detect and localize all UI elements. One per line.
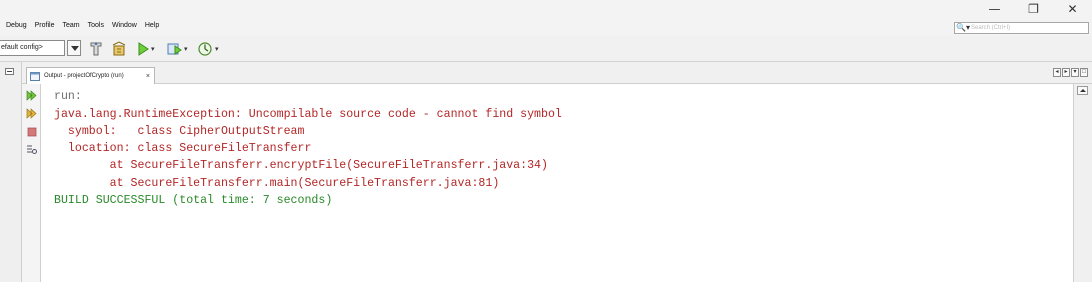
stop-icon[interactable] bbox=[26, 126, 37, 137]
output-line: location: class SecureFileTransferr bbox=[54, 142, 312, 155]
stack-trace-link[interactable]: at SecureFileTransferr.encryptFile(Secur… bbox=[54, 159, 548, 173]
scroll-up-icon[interactable] bbox=[1077, 86, 1088, 95]
output-line: run: bbox=[54, 90, 82, 103]
tab-scroll-right-icon[interactable]: ▸ bbox=[1062, 68, 1070, 77]
vertical-scrollbar[interactable] bbox=[1073, 84, 1092, 282]
menu-bar: Debug Profile Team Tools Window Help bbox=[6, 22, 159, 29]
stack-trace-link[interactable]: at SecureFileTransferr.main(SecureFileTr… bbox=[54, 177, 500, 191]
left-side-strip bbox=[0, 62, 22, 282]
build-status-line: BUILD SUCCESSFUL (total time: 7 seconds) bbox=[54, 194, 333, 207]
tab-list-dropdown-icon[interactable]: ▾ bbox=[1071, 68, 1079, 77]
output-line: java.lang.RuntimeException: Uncompilable… bbox=[54, 108, 562, 121]
menu-profile[interactable]: Profile bbox=[35, 22, 55, 29]
tab-close-icon[interactable]: × bbox=[146, 73, 150, 80]
output-line: symbol: class CipherOutputStream bbox=[54, 125, 305, 138]
config-select[interactable]: efault config> bbox=[0, 40, 65, 56]
maximize-panel-icon[interactable]: □ bbox=[1080, 68, 1088, 77]
window-controls: — ❐ ✕ bbox=[975, 0, 1092, 18]
search-placeholder: Search (Ctrl+I) bbox=[971, 25, 1011, 31]
tab-controls: ◂ ▸ ▾ □ bbox=[1053, 68, 1088, 77]
output-settings-icon[interactable] bbox=[26, 144, 37, 155]
rerun-with-params-icon[interactable] bbox=[26, 108, 37, 119]
title-menu-bar: Debug Profile Team Tools Window Help — ❐… bbox=[0, 0, 1092, 36]
profile-dropdown-arrow-icon[interactable]: ▾ bbox=[215, 45, 219, 53]
output-gutter bbox=[22, 84, 41, 282]
set-main-project-icon[interactable] bbox=[89, 40, 103, 58]
config-dropdown-arrow-icon[interactable] bbox=[67, 40, 81, 56]
debug-dropdown-arrow-icon[interactable]: ▾ bbox=[184, 45, 188, 53]
menu-tools[interactable]: Tools bbox=[88, 22, 104, 29]
run-project-icon[interactable]: ▾ bbox=[137, 40, 155, 58]
output-tab-bar: Output - projectOfCrypto (run) × ◂ ▸ ▾ □ bbox=[22, 62, 1092, 84]
output-console[interactable]: run: java.lang.RuntimeException: Uncompi… bbox=[42, 84, 1073, 282]
search-icon[interactable]: 🔍▾ bbox=[956, 23, 970, 33]
menu-window[interactable]: Window bbox=[112, 22, 137, 29]
minimize-window-button[interactable]: — bbox=[975, 0, 1014, 18]
close-window-button[interactable]: ✕ bbox=[1053, 0, 1092, 18]
debug-project-icon[interactable]: ▾ bbox=[166, 40, 188, 58]
rerun-icon[interactable] bbox=[26, 90, 37, 101]
tab-scroll-left-icon[interactable]: ◂ bbox=[1053, 68, 1061, 77]
search-box[interactable]: 🔍▾ Search (Ctrl+I) bbox=[954, 22, 1089, 34]
menu-help[interactable]: Help bbox=[145, 22, 159, 29]
minimize-panel-button[interactable] bbox=[5, 68, 14, 75]
restore-window-button[interactable]: ❐ bbox=[1014, 0, 1053, 18]
clean-build-icon[interactable] bbox=[111, 40, 127, 58]
menu-debug[interactable]: Debug bbox=[6, 22, 27, 29]
menu-team[interactable]: Team bbox=[62, 22, 79, 29]
tab-output-project[interactable]: Output - projectOfCrypto (run) × bbox=[26, 67, 155, 84]
output-window-icon bbox=[30, 71, 40, 81]
run-dropdown-arrow-icon[interactable]: ▾ bbox=[151, 45, 155, 53]
main-toolbar: efault config> ▾ ▾ ▾ bbox=[0, 36, 1092, 62]
profile-project-icon[interactable]: ▾ bbox=[197, 40, 219, 58]
tab-output-title: Output - projectOfCrypto (run) bbox=[44, 73, 124, 79]
